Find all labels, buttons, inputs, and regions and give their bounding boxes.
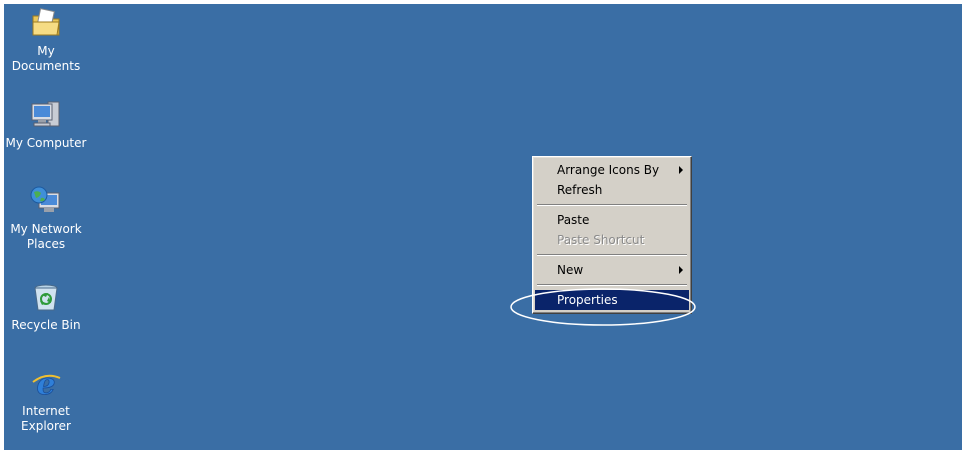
desktop-icon-label: My Network Places: [10, 222, 82, 251]
desktop-icon-my-documents[interactable]: My Documents: [4, 6, 88, 74]
desktop-icon-label: Recycle Bin: [11, 318, 81, 332]
menu-item-paste-shortcut: Paste Shortcut: [535, 230, 689, 250]
menu-item-label: Paste Shortcut: [557, 233, 645, 247]
menu-item-label: Refresh: [557, 183, 603, 197]
desktop-icon-my-computer[interactable]: My Computer: [4, 98, 88, 151]
submenu-arrow-icon: [679, 166, 683, 174]
menu-item-refresh[interactable]: Refresh: [535, 180, 689, 200]
menu-item-label: New: [557, 263, 584, 277]
desktop-icon-label: My Documents: [11, 44, 81, 73]
my-documents-icon: [29, 6, 63, 40]
desktop-icon-internet-explorer[interactable]: e Internet Explorer: [4, 366, 88, 434]
desktop-icon-label: Internet Explorer: [21, 404, 71, 433]
menu-item-label: Paste: [557, 213, 590, 227]
my-computer-icon: [29, 98, 63, 132]
submenu-arrow-icon: [679, 266, 683, 274]
desktop-icon-label: My Computer: [5, 136, 87, 150]
annotation-highlight-ellipse: [510, 288, 696, 326]
menu-item-arrange-icons-by[interactable]: Arrange Icons By: [535, 160, 689, 180]
menu-item-new[interactable]: New: [535, 260, 689, 280]
recycle-bin-icon: [29, 280, 63, 314]
desktop[interactable]: My Documents My Computer My Network Plac…: [4, 4, 962, 450]
internet-explorer-icon: e: [29, 366, 63, 400]
menu-item-label: Arrange Icons By: [557, 163, 660, 177]
menu-separator: [537, 204, 687, 206]
my-network-places-icon: [29, 184, 63, 218]
menu-item-paste[interactable]: Paste: [535, 210, 689, 230]
desktop-icon-my-network-places[interactable]: My Network Places: [4, 184, 88, 252]
menu-separator: [537, 254, 687, 256]
desktop-icon-recycle-bin[interactable]: Recycle Bin: [4, 280, 88, 333]
svg-text:e: e: [36, 367, 55, 400]
